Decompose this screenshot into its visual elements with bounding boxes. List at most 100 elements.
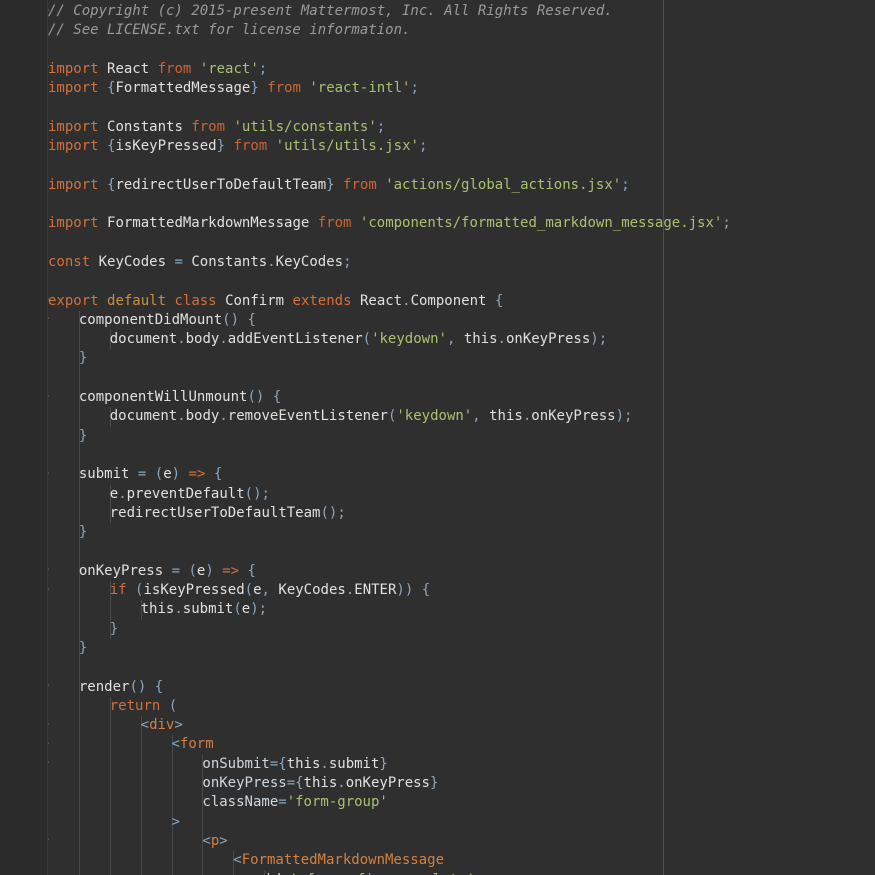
code-punctuation: .	[497, 331, 506, 348]
code-identifier: Confirm	[225, 292, 285, 309]
code-string: 'keydown'	[396, 408, 473, 425]
code-identifier: onKeyPress	[505, 331, 591, 348]
code-line[interactable]: onSubmit={this.submit}	[202, 755, 387, 774]
code-line[interactable]: onKeyPress = (e) => {	[79, 562, 256, 581]
code-line[interactable]: >	[172, 813, 180, 832]
code-line[interactable]: <FormattedMarkdownMessage	[233, 851, 444, 870]
code-punctuation: }	[78, 524, 88, 541]
code-line[interactable]: }	[79, 349, 87, 368]
code-line[interactable]: document.body.removeEventListener('keydo…	[110, 407, 633, 426]
code-punctuation: );	[590, 331, 608, 348]
code-line[interactable]: id='mfa.confirm.complete'	[264, 871, 475, 875]
code-line[interactable]: import Constants from 'utils/constants';	[48, 118, 385, 137]
code-line[interactable]: import FormattedMarkdownMessage from 'co…	[48, 214, 731, 233]
code-line[interactable]: e.preventDefault();	[110, 485, 270, 504]
code-keyword: export	[48, 292, 99, 309]
code-punctuation: ;	[343, 253, 352, 270]
code-punctuation: .	[177, 331, 186, 348]
code-keyword: from	[343, 176, 377, 193]
code-punctuation: }	[216, 138, 226, 155]
code-punctuation: >	[219, 832, 228, 849]
code-punctuation: ;	[410, 80, 419, 97]
code-line[interactable]: // See LICENSE.txt for license informati…	[48, 21, 410, 40]
code-line[interactable]: redirectUserToDefaultTeam();	[110, 504, 346, 523]
code-keyword: import	[48, 118, 99, 135]
code-punctuation: (	[168, 697, 178, 714]
code-punctuation: <	[202, 832, 211, 849]
code-editor[interactable]: // Copyright (c) 2015-present Mattermost…	[0, 0, 875, 875]
code-identifier: this	[489, 408, 523, 425]
code-line[interactable]: render() {	[79, 678, 163, 697]
code-identifier: FormattedMessage	[115, 80, 251, 97]
code-content[interactable]: // Copyright (c) 2015-present Mattermost…	[0, 0, 875, 875]
code-punctuation: );	[250, 601, 268, 618]
code-punctuation: ()	[247, 389, 265, 405]
code-line[interactable]: // Copyright (c) 2015-present Mattermost…	[48, 2, 613, 21]
code-identifier: addEventListener	[227, 331, 363, 348]
code-keyword: from	[267, 80, 301, 97]
code-identifier: this	[463, 331, 498, 348]
code-identifier: React	[107, 60, 150, 77]
code-punctuation: (	[154, 466, 164, 483]
code-line[interactable]: }	[79, 639, 87, 658]
code-string: 'react'	[199, 60, 259, 77]
code-line[interactable]: onKeyPress={this.onKeyPress}	[202, 774, 438, 793]
code-punctuation: (	[188, 562, 197, 579]
code-string: 'mfa.confirm.complete'	[289, 872, 474, 875]
code-identifier: render	[78, 678, 130, 695]
code-line[interactable]: const KeyCodes = Constants.KeyCodes;	[48, 253, 352, 272]
code-line[interactable]: componentDidMount() {	[79, 311, 256, 330]
code-identifier: preventDefault	[126, 485, 245, 502]
code-jsx-tag: div	[149, 717, 175, 734]
code-line[interactable]: export default class Confirm extends Rea…	[48, 292, 503, 311]
code-identifier: ENTER	[354, 582, 397, 598]
code-punctuation: =	[278, 794, 287, 811]
code-line[interactable]: import {redirectUserToDefaultTeam} from …	[48, 176, 630, 195]
code-line[interactable]: import React from 'react';	[48, 60, 267, 79]
code-punctuation: ;	[376, 118, 386, 135]
code-punctuation: {	[421, 582, 431, 598]
code-jsx-attribute: onKeyPress	[202, 775, 287, 791]
code-punctuation: .	[219, 331, 228, 348]
code-line[interactable]: className='form-group'	[202, 793, 387, 812]
code-jsx-tag: p	[210, 832, 220, 849]
code-punctuation: ;	[621, 176, 630, 193]
code-string: 'utils/utils.jsx'	[275, 138, 419, 155]
code-punctuation: }	[379, 755, 388, 772]
code-identifier: removeEventListener	[227, 408, 388, 425]
code-line[interactable]: return (	[110, 697, 177, 716]
code-identifier: componentWillUnmount	[78, 389, 248, 405]
code-line[interactable]: <form	[172, 735, 214, 754]
code-identifier: isKeyPressed	[115, 138, 217, 155]
code-line[interactable]: import {isKeyPressed} from 'utils/utils.…	[48, 137, 427, 156]
code-line[interactable]: }	[79, 523, 87, 542]
code-line[interactable]: componentWillUnmount() {	[79, 388, 281, 407]
code-identifier: body	[185, 408, 220, 425]
code-line[interactable]: <p>	[202, 832, 227, 851]
code-line[interactable]: if (isKeyPressed(e, KeyCodes.ENTER)) {	[110, 581, 430, 600]
code-line[interactable]: this.submit(e);	[141, 600, 267, 619]
code-string: 'react-intl'	[309, 80, 411, 97]
code-comment: // See LICENSE.txt for license informati…	[48, 22, 411, 39]
code-punctuation: .	[337, 775, 346, 791]
code-punctuation: >	[171, 813, 180, 830]
code-line[interactable]: }	[110, 620, 118, 639]
code-line[interactable]: document.body.addEventListener('keydown'…	[110, 330, 607, 349]
code-line[interactable]: import {FormattedMessage} from 'react-in…	[48, 79, 419, 98]
code-identifier: KeyCodes	[275, 253, 344, 270]
code-line[interactable]: <div>	[141, 716, 183, 735]
code-jsx-attribute: onSubmit	[202, 755, 270, 772]
code-line[interactable]: submit = (e) => {	[79, 465, 222, 484]
code-punctuation: ,	[472, 408, 481, 425]
code-line[interactable]: }	[79, 427, 87, 446]
